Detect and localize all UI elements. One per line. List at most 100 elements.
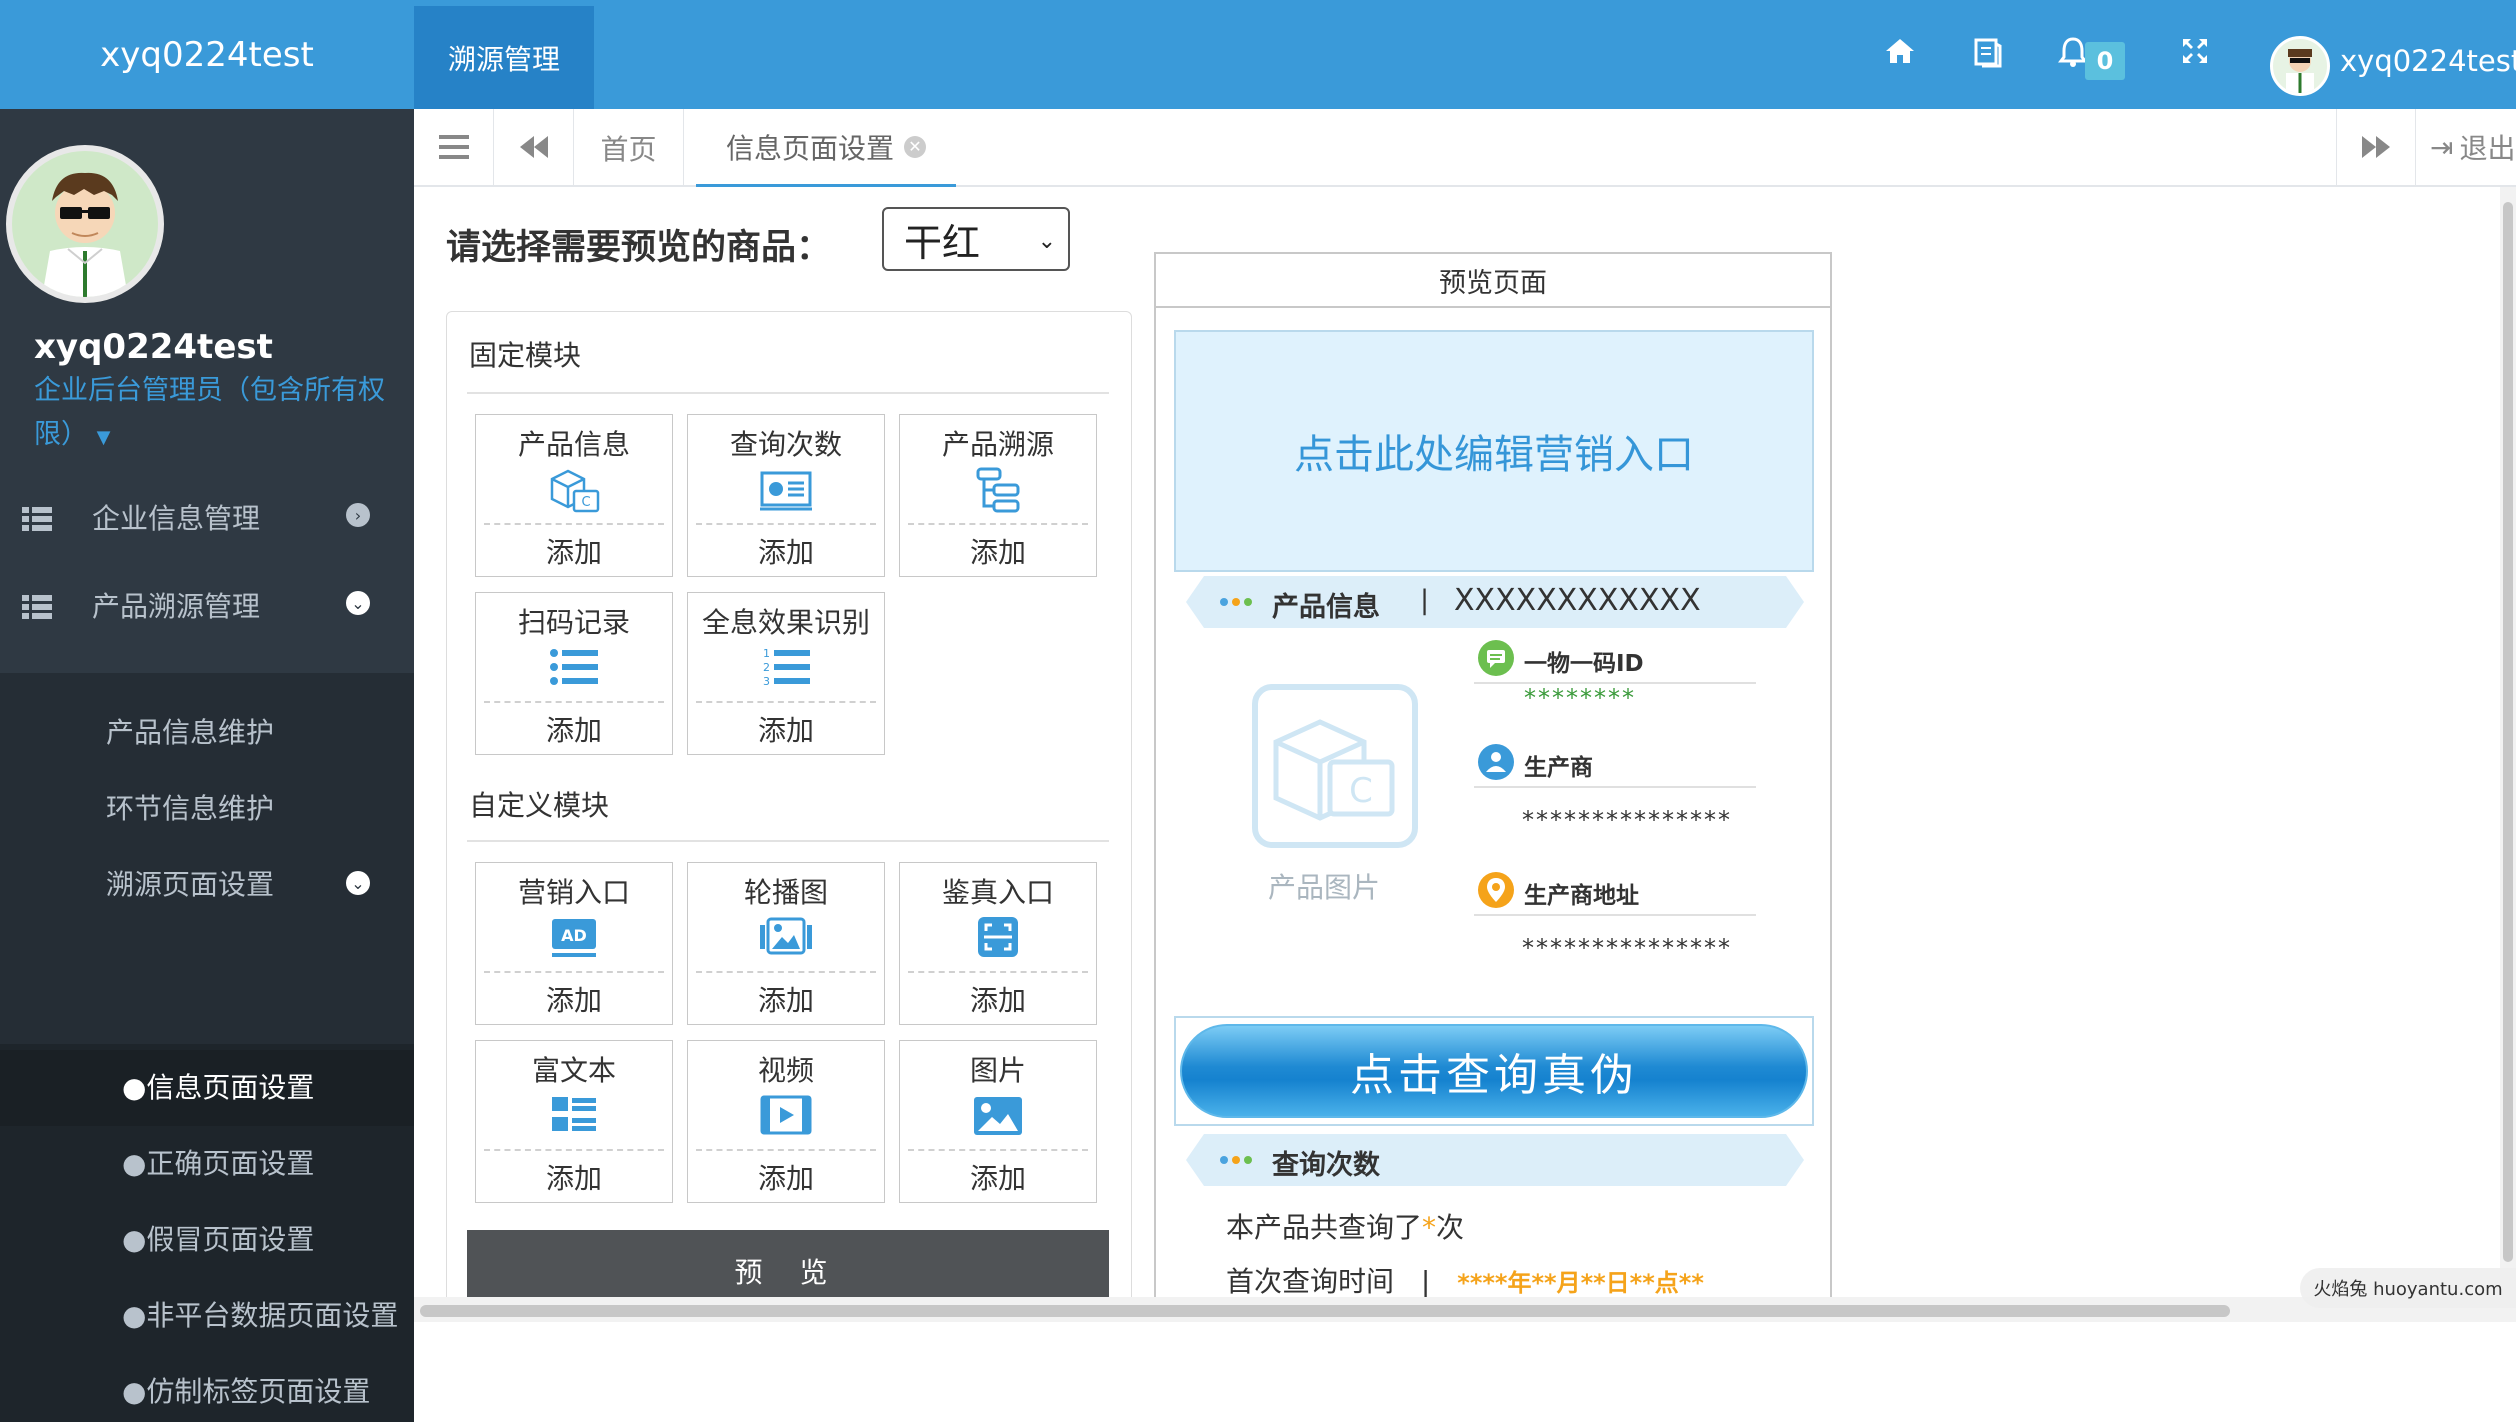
list-icon	[546, 645, 602, 691]
module-tile-image[interactable]: 图片 添加	[899, 1040, 1097, 1203]
divider	[696, 701, 876, 703]
submenu-trace-pages: ●信息页面设置 ●正确页面设置 ●假冒页面设置 ●非平台数据页面设置 ●仿制标签…	[0, 1044, 414, 1422]
main-content: 请选择需要预览的商品： 干红 ⌄ 固定模块 产品信息 C 添加 查询次数 添加 …	[414, 187, 2516, 1297]
divider	[696, 523, 876, 525]
product-select-value: 干红	[904, 220, 981, 265]
add-button[interactable]: 添加	[900, 979, 1096, 1019]
dots-icon	[1220, 1156, 1252, 1164]
add-button[interactable]: 添加	[476, 531, 672, 571]
preview-button[interactable]: 预 览	[467, 1230, 1109, 1297]
separator: |	[1420, 585, 1430, 616]
location-icon	[1478, 872, 1514, 908]
query-count-prefix: 本产品共查询了	[1226, 1211, 1423, 1244]
module-panel: 固定模块 产品信息 C 添加 查询次数 添加 产品溯源 添加 扫码记录 添加 全…	[446, 311, 1132, 1297]
chevron-down-icon: ⌄	[1037, 229, 1056, 254]
add-button[interactable]: 添加	[900, 1157, 1096, 1197]
menu-toggle-icon[interactable]	[414, 109, 494, 185]
add-button[interactable]: 添加	[688, 979, 884, 1019]
verify-section: 点击查询真伪	[1174, 1016, 1814, 1126]
add-button[interactable]: 添加	[900, 531, 1096, 571]
first-query-text: 首次查询时间 | ****年**月**日**点**	[1226, 1260, 1704, 1297]
user-avatar[interactable]	[2270, 36, 2330, 96]
product-select[interactable]: 干红 ⌄	[882, 207, 1070, 271]
scrollbar-thumb[interactable]	[420, 1305, 2230, 1317]
add-button[interactable]: 添加	[476, 1157, 672, 1197]
ordered-list-icon: 123	[758, 645, 814, 691]
chevron-down-icon: ⌄	[346, 871, 370, 895]
ad-icon: AD	[546, 915, 602, 961]
module-tile-rich-text[interactable]: 富文本 添加	[475, 1040, 673, 1203]
marketing-entry[interactable]: 点击此处编辑营销入口	[1174, 330, 1814, 572]
sidebar-item-info-page[interactable]: ●信息页面设置	[122, 1066, 314, 1106]
profile-name: xyq0224test	[34, 327, 273, 367]
sidebar-item-product-info[interactable]: 产品信息维护	[106, 711, 274, 751]
product-info-ribbon: 产品信息 | XXXXXXXXXXXX	[1186, 576, 1804, 628]
tabs-scroll-left-icon[interactable]	[494, 109, 574, 185]
add-button[interactable]: 添加	[476, 979, 672, 1019]
svg-text:3: 3	[763, 675, 770, 688]
tab-home[interactable]: 首页	[574, 109, 684, 187]
fixed-modules-title: 固定模块	[469, 339, 582, 372]
add-button[interactable]: 添加	[688, 1157, 884, 1197]
module-tile-video[interactable]: 视频 添加	[687, 1040, 885, 1203]
rich-text-icon	[546, 1093, 602, 1139]
logout-label: 退出	[2459, 132, 2516, 165]
product-image-label: 产品图片	[1268, 871, 1381, 904]
module-tile-marketing[interactable]: 营销入口 AD 添加	[475, 862, 673, 1025]
module-tile-hologram[interactable]: 全息效果识别 123 添加	[687, 592, 885, 755]
expand-icon[interactable]	[2180, 36, 2220, 76]
module-tile-scan-records[interactable]: 扫码记录 添加	[475, 592, 673, 755]
sidebar-item-correct-page[interactable]: ●正确页面设置	[122, 1142, 314, 1182]
profile-role-text: 企业后台管理员（包含所有权限）	[34, 375, 385, 450]
submenu-product-trace: 产品信息维护 环节信息维护 溯源页面设置 ⌄	[0, 673, 414, 1045]
user-icon	[1478, 744, 1514, 780]
menu-label: 产品溯源管理	[92, 590, 261, 623]
module-tile-product-info[interactable]: 产品信息 C 添加	[475, 414, 673, 577]
add-button[interactable]: 添加	[688, 531, 884, 571]
scrollbar-thumb[interactable]	[2503, 202, 2513, 1262]
menu-product-trace[interactable]: 产品溯源管理 ⌄	[0, 561, 414, 649]
sidebar-item-nonplatform-page[interactable]: ●非平台数据页面设置	[122, 1294, 398, 1334]
tab-bar: 首页 信息页面设置 ✕ ⇥ 退出	[414, 109, 2516, 187]
query-count-ribbon: 查询次数	[1186, 1134, 1804, 1186]
sidebar-item-fake-page[interactable]: ●假冒页面设置	[122, 1218, 314, 1258]
profile-role[interactable]: 企业后台管理员（包含所有权限） ▼	[34, 369, 394, 460]
custom-modules-title: 自定义模块	[469, 789, 610, 822]
module-tile-authenticity[interactable]: 鉴真入口 添加	[899, 862, 1097, 1025]
add-button[interactable]: 添加	[688, 709, 884, 749]
sidebar-item-counterfeit-label-page[interactable]: ●仿制标签页面设置	[122, 1370, 370, 1410]
image-icon	[970, 1093, 1026, 1139]
tab-info-page-settings[interactable]: 信息页面设置 ✕	[696, 109, 956, 187]
sidebar-item-trace-page[interactable]: 溯源页面设置	[106, 863, 274, 903]
tile-label: 全息效果识别	[701, 606, 870, 639]
preview-page: 预览页面 点击此处编辑营销入口 产品信息 | XXXXXXXXXXXX C 产品…	[1154, 252, 1832, 1297]
vertical-scrollbar[interactable]	[2500, 187, 2516, 1297]
query-count-text: 本产品共查询了*次	[1226, 1206, 1464, 1246]
header-username[interactable]: xyq0224test	[2340, 44, 2516, 78]
divider	[696, 971, 876, 973]
tile-label: 产品信息	[517, 428, 630, 461]
add-button[interactable]: 添加	[476, 709, 672, 749]
verify-authenticity-button[interactable]: 点击查询真伪	[1180, 1024, 1808, 1118]
tabs-scroll-right-icon[interactable]	[2336, 109, 2416, 185]
close-tab-icon[interactable]: ✕	[904, 135, 926, 158]
home-icon[interactable]	[1884, 36, 1924, 76]
book-icon[interactable]	[1972, 36, 2012, 76]
brand-title: xyq0224test	[100, 34, 314, 75]
first-query-label: 首次查询时间	[1226, 1265, 1395, 1297]
horizontal-scrollbar[interactable]	[414, 1297, 2516, 1322]
menu-enterprise-info[interactable]: 企业信息管理 ›	[0, 473, 414, 561]
module-tile-product-trace[interactable]: 产品溯源 添加	[899, 414, 1097, 577]
chevron-right-icon: ›	[346, 503, 370, 527]
module-tile-query-count[interactable]: 查询次数 添加	[687, 414, 885, 577]
sidebar-item-step-info[interactable]: 环节信息维护	[106, 787, 274, 827]
divider	[484, 701, 664, 703]
module-tab-trace[interactable]: 溯源管理	[414, 6, 594, 109]
query-count-label: 查询次数	[1272, 1150, 1380, 1181]
top-bar: xyq0224test 溯源管理 0 xyq0224test	[0, 0, 2516, 109]
product-image-placeholder: C	[1252, 684, 1418, 848]
tile-label: 鉴真入口	[941, 876, 1054, 909]
module-tile-carousel[interactable]: 轮播图 添加	[687, 862, 885, 1025]
logout-button[interactable]: ⇥ 退出	[2416, 109, 2516, 185]
carousel-icon	[758, 915, 814, 961]
